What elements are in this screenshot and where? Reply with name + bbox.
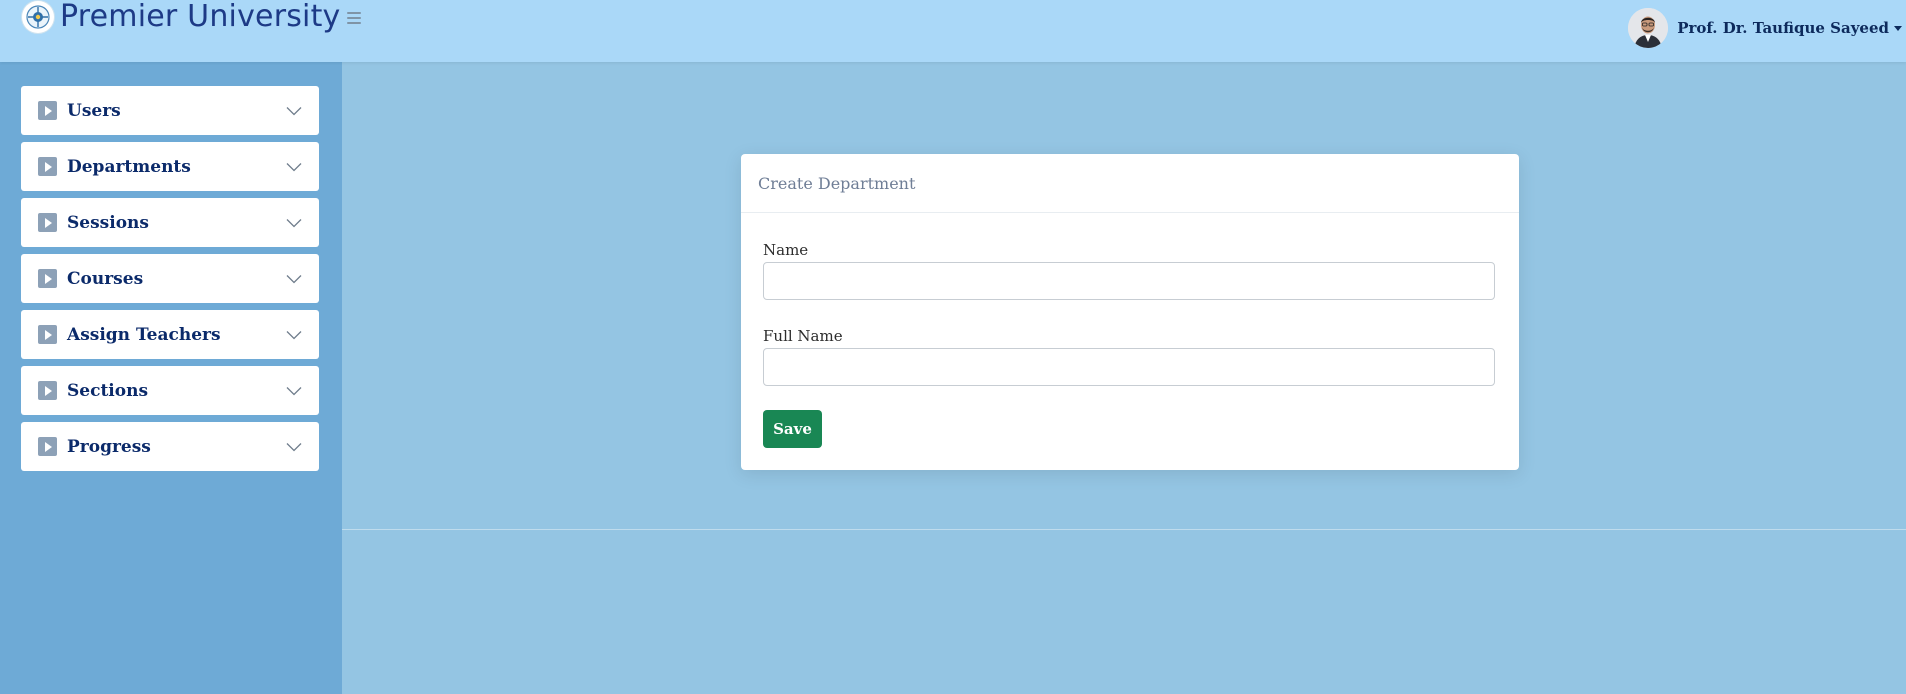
save-button[interactable]: Save (763, 410, 822, 448)
sidebar-item-sessions[interactable]: Sessions (21, 198, 319, 247)
card-header: Create Department (741, 154, 1519, 213)
sidebar-item-label: Sessions (67, 212, 149, 233)
user-name: Prof. Dr. Taufique Sayeed (1677, 19, 1889, 37)
avatar (1628, 8, 1669, 48)
sidebar-item-label: Courses (67, 268, 144, 289)
top-navbar: Premier University Prof. Dr. Taufique Sa… (0, 0, 1906, 62)
main-divider (342, 529, 1906, 530)
chevron-down-icon[interactable] (286, 442, 302, 452)
chevron-down-icon[interactable] (286, 330, 302, 340)
play-icon (38, 269, 57, 288)
name-input[interactable] (763, 262, 1495, 300)
play-icon (38, 381, 57, 400)
sidebar-item-label: Sections (67, 380, 149, 401)
user-menu[interactable]: Prof. Dr. Taufique Sayeed (1628, 8, 1906, 48)
chevron-down-icon[interactable] (286, 162, 302, 172)
chevron-down-icon[interactable] (286, 386, 302, 396)
name-label: Name (763, 241, 809, 259)
play-icon (38, 101, 57, 120)
sidebar-item-assign-teachers[interactable]: Assign Teachers (21, 310, 319, 359)
sidebar-item-progress[interactable]: Progress (21, 422, 319, 471)
play-icon (38, 325, 57, 344)
play-icon (38, 157, 57, 176)
play-icon (38, 437, 57, 456)
card-title: Create Department (758, 173, 916, 193)
sidebar-item-departments[interactable]: Departments (21, 142, 319, 191)
play-icon (38, 213, 57, 232)
chevron-down-icon[interactable] (286, 274, 302, 284)
hamburger-icon[interactable] (346, 12, 361, 24)
sidebar-item-users[interactable]: Users (21, 86, 319, 135)
brand-name: Premier University (60, 0, 341, 34)
sidebar-item-label: Progress (67, 436, 151, 457)
create-department-card: Create Department Name Full Name Save (741, 154, 1519, 470)
chevron-down-icon[interactable] (286, 218, 302, 228)
sidebar-item-label: Assign Teachers (67, 324, 221, 345)
university-logo-icon (22, 1, 54, 33)
full-name-input[interactable] (763, 348, 1495, 386)
sidebar: Users Departments Sessions Courses Assig… (0, 62, 342, 694)
sidebar-item-courses[interactable]: Courses (21, 254, 319, 303)
sidebar-item-label: Users (67, 100, 121, 121)
brand[interactable]: Premier University (22, 0, 361, 34)
sidebar-item-label: Departments (67, 156, 191, 177)
full-name-label: Full Name (763, 327, 843, 345)
chevron-down-icon[interactable] (286, 106, 302, 116)
caret-down-icon[interactable] (1894, 25, 1902, 31)
sidebar-item-sections[interactable]: Sections (21, 366, 319, 415)
